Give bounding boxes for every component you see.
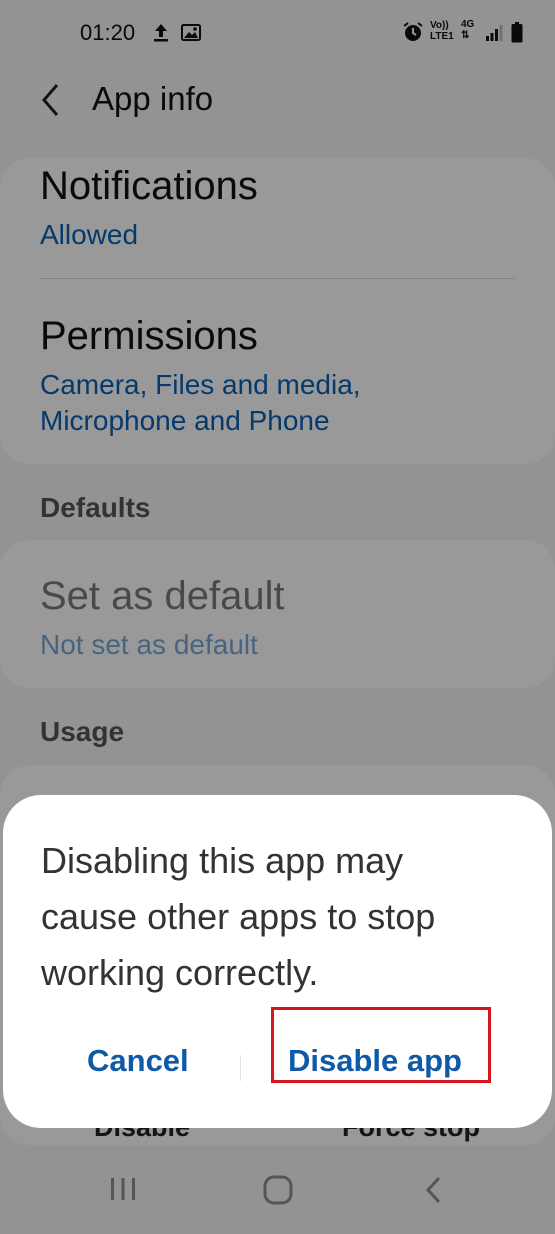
dialog-message-line2: cause other apps to stop	[41, 896, 436, 937]
disable-app-dialog: Disabling this app may cause other apps …	[3, 795, 552, 1128]
button-separator	[240, 1055, 241, 1081]
app-info-screen: 01:20 Vo)) LTE1 4G ⇅ App info Notificati…	[0, 0, 555, 1234]
dialog-message-line1: Disabling this app may	[41, 840, 404, 881]
navigation-bar	[0, 1140, 555, 1234]
dialog-message: Disabling this app may cause other apps …	[41, 833, 511, 1001]
back-icon[interactable]	[424, 1175, 444, 1205]
disable-app-button[interactable]: Disable app	[288, 1043, 462, 1079]
home-icon[interactable]	[263, 1175, 293, 1205]
dialog-message-line3: working correctly.	[41, 952, 319, 993]
recents-icon[interactable]	[109, 1177, 137, 1201]
cancel-button[interactable]: Cancel	[87, 1043, 189, 1079]
